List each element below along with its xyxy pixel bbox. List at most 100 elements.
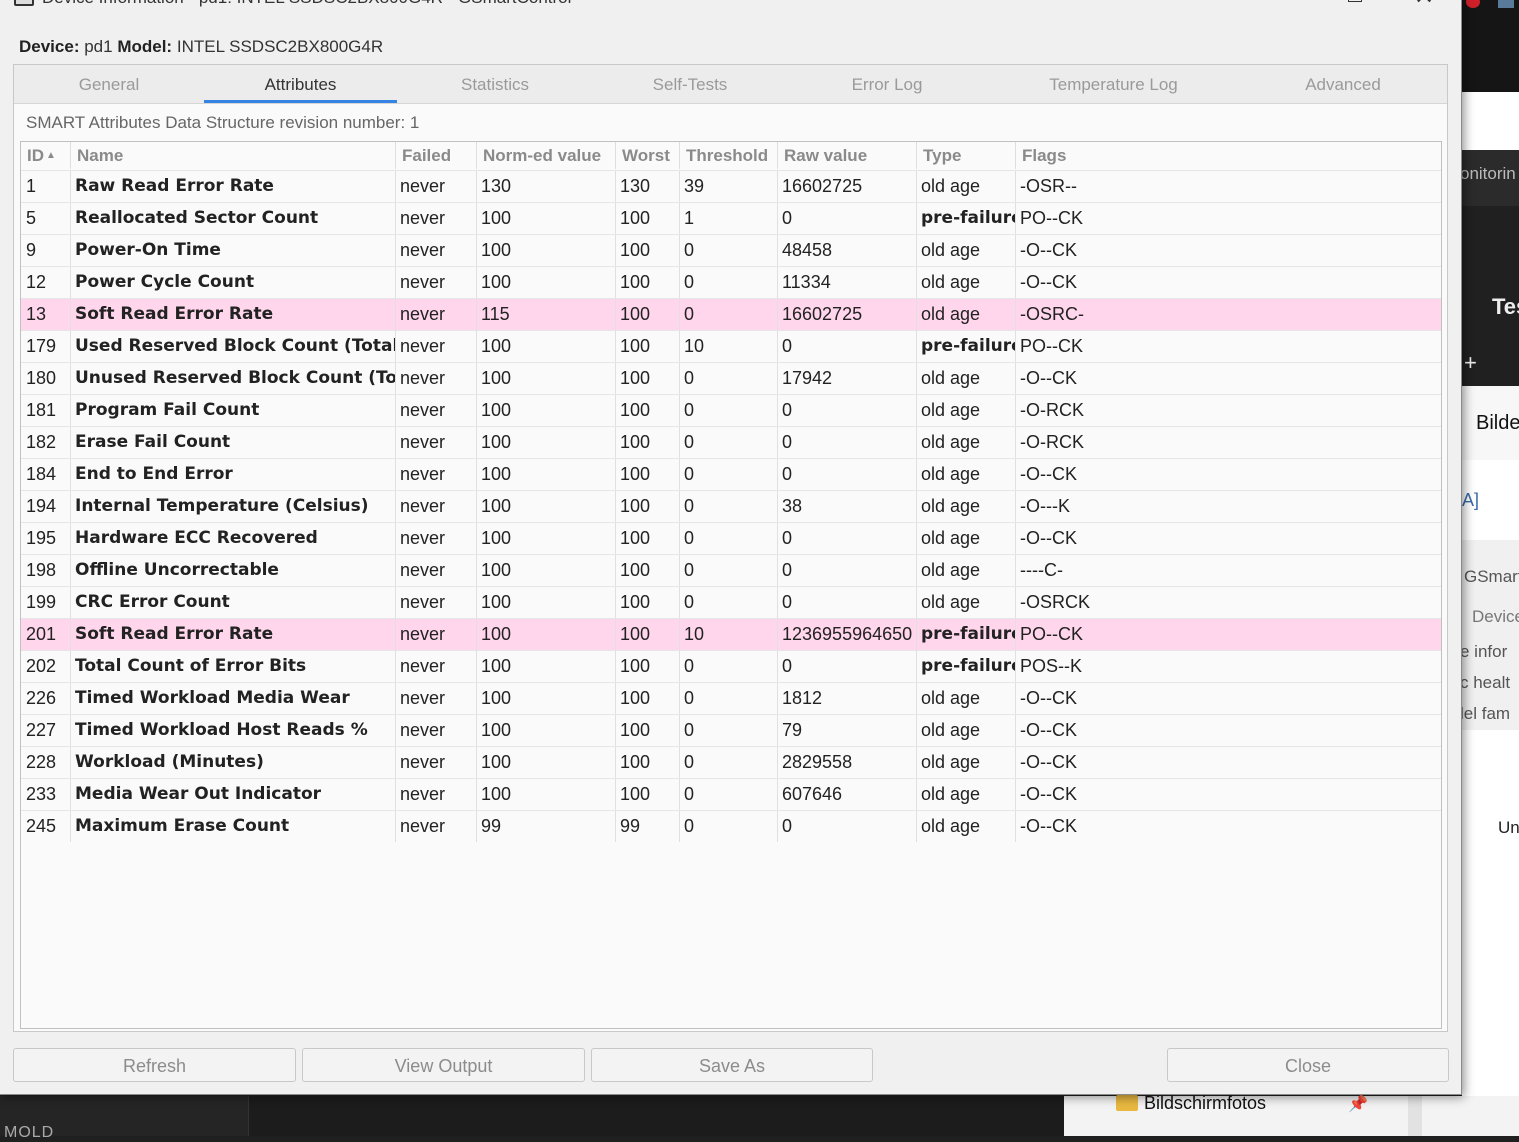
cell-worst: 100 <box>616 491 680 522</box>
cell-worst: 100 <box>616 555 680 586</box>
cell-norm: 100 <box>477 267 616 298</box>
cell-raw: 2829558 <box>778 747 917 778</box>
close-button[interactable]: Close <box>1167 1048 1449 1082</box>
cell-type: old age <box>917 395 1016 426</box>
cell-raw: 0 <box>778 811 917 842</box>
cell-threshold: 0 <box>680 651 778 682</box>
window-title: Device Information - pd1: INTEL SSDSC2BX… <box>42 0 571 8</box>
cell-type: old age <box>917 299 1016 330</box>
cell-norm: 99 <box>477 811 616 842</box>
cell-id: 179 <box>21 331 71 362</box>
cell-failed: never <box>396 683 477 714</box>
table-row[interactable]: 184 End to End Error never 100 100 0 0 old age -… <box>21 458 1441 490</box>
cell-type: old age <box>917 715 1016 746</box>
column-header-flags[interactable]: Flags <box>1016 142 1441 169</box>
column-header-threshold[interactable]: Threshold <box>680 142 778 169</box>
cell-id: 227 <box>21 715 71 746</box>
cell-flags: -OSRC- <box>1020 304 1084 324</box>
table-row[interactable]: 182 Erase Fail Count never 100 100 0 0 old age -… <box>21 426 1441 458</box>
table-row[interactable]: 227 Timed Workload Host Reads % never 100 10… <box>21 714 1441 746</box>
close-icon[interactable]: ✕ <box>1414 0 1434 11</box>
cell-threshold: 0 <box>680 779 778 810</box>
table-row[interactable]: 226 Timed Workload Media Wear never 100 100 0… <box>21 682 1441 714</box>
column-header-name[interactable]: Name <box>71 142 396 169</box>
cell-threshold: 1 <box>680 203 778 234</box>
tab-temperature-log[interactable]: Temperature Log <box>987 65 1240 103</box>
cell-name: Hardware ECC Recovered <box>71 523 396 554</box>
cell-worst: 100 <box>616 523 680 554</box>
table-row[interactable]: 1 Raw Read Error Rate never 130 130 39 1660272… <box>21 170 1441 202</box>
cell-type: old age <box>917 555 1016 586</box>
cell-flags: PO--CK <box>1020 208 1083 228</box>
table-row[interactable]: 198 Offline Uncorrectable never 100 100 0 0 old… <box>21 554 1441 586</box>
cell-flags: PO--CK <box>1020 336 1083 356</box>
cell-threshold: 0 <box>680 523 778 554</box>
cell-threshold: 0 <box>680 683 778 714</box>
table-header: ID ▲ Name Failed Norm-ed value Worst Thre… <box>21 142 1441 169</box>
table-row[interactable]: 5 Reallocated Sector Count never 100 100 1 0 pr… <box>21 202 1441 234</box>
view-output-button[interactable]: View Output <box>302 1048 585 1082</box>
cell-worst: 100 <box>616 459 680 490</box>
column-header-type[interactable]: Type <box>917 142 1016 169</box>
table-row[interactable]: 195 Hardware ECC Recovered never 100 100 0 0 ol… <box>21 522 1441 554</box>
save-as-button[interactable]: Save As <box>591 1048 873 1082</box>
cell-type: old age <box>917 523 1016 554</box>
column-header-failed[interactable]: Failed <box>396 142 477 169</box>
table-row[interactable]: 233 Media Wear Out Indicator never 100 100 0 6… <box>21 778 1441 810</box>
column-header-id[interactable]: ID ▲ <box>21 142 71 169</box>
cell-failed: never <box>396 459 477 490</box>
column-header-raw-value[interactable]: Raw value <box>778 142 917 169</box>
maximize-icon[interactable] <box>1348 0 1362 2</box>
cell-id: 195 <box>21 523 71 554</box>
device-value: pd1 <box>84 37 113 56</box>
table-row[interactable]: 228 Workload (Minutes) never 100 100 0 2829558… <box>21 746 1441 778</box>
cell-failed: never <box>396 395 477 426</box>
table-row[interactable]: 181 Program Fail Count never 100 100 0 0 old ag… <box>21 394 1441 426</box>
cell-norm: 100 <box>477 331 616 362</box>
table-row[interactable]: 245 Maximum Erase Count never 99 99 0 0 old age… <box>21 810 1441 842</box>
tab-general[interactable]: General <box>14 65 204 103</box>
table-row[interactable]: 180 Unused Reserved Block Count (Total) ne… <box>21 362 1441 394</box>
cell-worst: 100 <box>616 779 680 810</box>
tab-attributes[interactable]: Attributes <box>204 65 397 103</box>
cell-name: Raw Read Error Rate <box>71 171 396 202</box>
cell-name: Offline Uncorrectable <box>71 555 396 586</box>
background-text: Un <box>1498 818 1519 837</box>
app-icon <box>14 0 34 6</box>
cell-failed: never <box>396 491 477 522</box>
pin-icon[interactable]: 📌 <box>1348 1094 1368 1114</box>
plus-icon: + <box>1464 350 1477 375</box>
table-row[interactable]: 202 Total Count of Error Bits never 100 100 0… <box>21 650 1441 682</box>
tab-error-log[interactable]: Error Log <box>787 65 987 103</box>
refresh-button[interactable]: Refresh <box>13 1048 296 1082</box>
table-row[interactable]: 201 Soft Read Error Rate never 100 100 10 1236… <box>21 618 1441 650</box>
cell-threshold: 0 <box>680 555 778 586</box>
tab-self-tests[interactable]: Self-Tests <box>593 65 787 103</box>
tab-notebook: General Attributes Statistics Self-Tests… <box>13 64 1448 1032</box>
cell-failed: never <box>396 811 477 842</box>
table-row[interactable]: 12 Power Cycle Count never 100 100 0 11334 old … <box>21 266 1441 298</box>
title-bar[interactable]: Device Information - pd1: INTEL SSDSC2BX… <box>0 0 1461 12</box>
cell-norm: 100 <box>477 427 616 458</box>
column-header-normed-value[interactable]: Norm-ed value <box>477 142 616 169</box>
scrollbar[interactable] <box>1408 1096 1422 1136</box>
table-row[interactable]: 199 CRC Error Count never 100 100 0 0 old age -O… <box>21 586 1441 618</box>
cell-norm: 100 <box>477 203 616 234</box>
cell-type: old age <box>917 427 1016 458</box>
table-row[interactable]: 179 Used Reserved Block Count (Total) neve… <box>21 330 1441 362</box>
table-row[interactable]: 9 Power-On Time never 100 100 0 48458 old age -O… <box>21 234 1441 266</box>
table-row[interactable]: 13 Soft Read Error Rate never 115 100 0 166027… <box>21 298 1441 330</box>
cell-id: 9 <box>21 235 71 266</box>
tab-bar: General Attributes Statistics Self-Tests… <box>14 65 1447 104</box>
cell-failed: never <box>396 427 477 458</box>
cell-norm: 100 <box>477 555 616 586</box>
cell-flags: -O--CK <box>1020 784 1077 804</box>
tab-advanced[interactable]: Advanced <box>1240 65 1446 103</box>
attributes-table[interactable]: ID ▲ Name Failed Norm-ed value Worst Thre… <box>20 141 1442 1029</box>
column-header-worst[interactable]: Worst <box>616 142 680 169</box>
cell-threshold: 0 <box>680 395 778 426</box>
tab-statistics[interactable]: Statistics <box>397 65 593 103</box>
table-row[interactable]: 194 Internal Temperature (Celsius) never 10… <box>21 490 1441 522</box>
cell-flags: -O--CK <box>1020 528 1077 548</box>
folder-label[interactable]: Bildschirmfotos <box>1144 1093 1266 1114</box>
